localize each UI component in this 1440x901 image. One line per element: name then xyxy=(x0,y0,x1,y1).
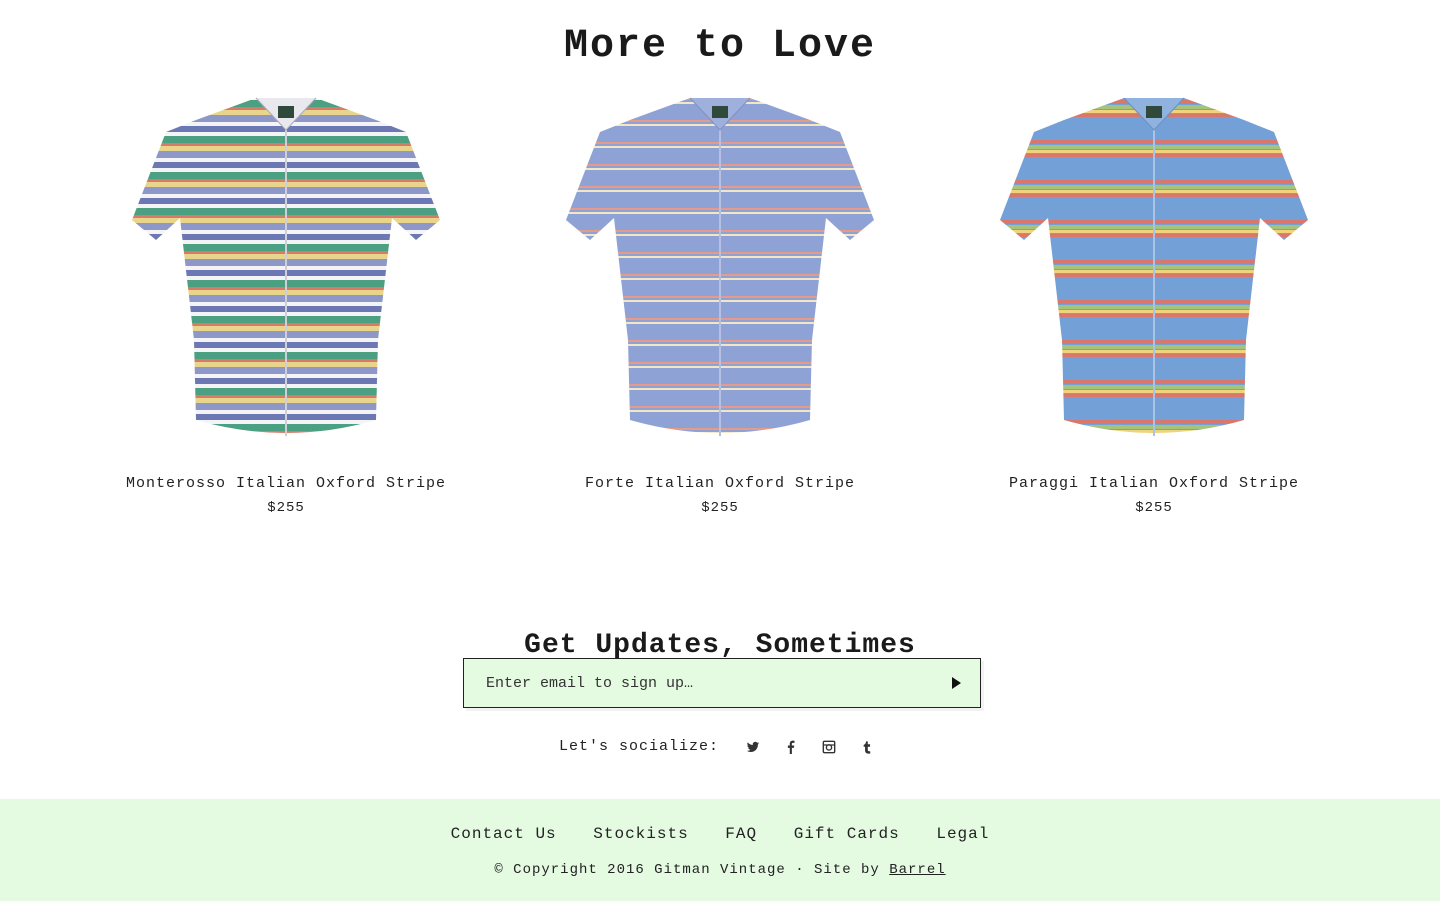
facebook-icon[interactable] xyxy=(784,740,798,754)
newsletter-form xyxy=(463,658,981,708)
site-footer: Contact Us Stockists FAQ Gift Cards Lega… xyxy=(0,799,1440,901)
more-to-love-title: More to Love xyxy=(563,24,877,70)
footer-nav: Contact Us Stockists FAQ Gift Cards Lega… xyxy=(0,823,1440,845)
instagram-icon[interactable] xyxy=(822,740,836,754)
footer-link-stockists[interactable]: Stockists xyxy=(593,825,688,843)
footer-link-contact-us[interactable]: Contact Us xyxy=(451,825,557,843)
copyright-text: © Copyright 2016 Gitman Vintage · Site b… xyxy=(494,862,890,878)
social-label: Let's socialize: xyxy=(558,738,719,755)
product-name[interactable]: Monterosso Italian Oxford Stripe xyxy=(106,474,466,494)
social-links: Let's socialize: xyxy=(0,736,1440,759)
product-price: $255 xyxy=(1135,500,1173,516)
product-name[interactable]: Forte Italian Oxford Stripe xyxy=(540,474,900,494)
product-image-forte[interactable] xyxy=(540,90,900,450)
product-price: $255 xyxy=(701,500,739,516)
footer-link-gift-cards[interactable]: Gift Cards xyxy=(794,825,900,843)
product-price: $255 xyxy=(267,500,305,516)
tumblr-icon[interactable] xyxy=(860,740,874,754)
product-name[interactable]: Paraggi Italian Oxford Stripe xyxy=(974,474,1334,494)
product-card-monterosso[interactable]: Monterosso Italian Oxford Stripe $255 xyxy=(106,90,466,518)
copyright: © Copyright 2016 Gitman Vintage · Site b… xyxy=(0,860,1440,880)
page: More to Love Monterosso Italian Oxford S… xyxy=(0,0,1440,901)
footer-link-faq[interactable]: FAQ xyxy=(725,825,757,843)
credit-link[interactable]: Barrel xyxy=(889,862,945,878)
product-image-monterosso[interactable] xyxy=(106,90,466,450)
email-input[interactable] xyxy=(464,659,924,707)
play-arrow-icon[interactable] xyxy=(946,673,966,693)
product-card-paraggi[interactable]: Paraggi Italian Oxford Stripe $255 xyxy=(974,90,1334,518)
product-image-paraggi[interactable] xyxy=(974,90,1334,450)
footer-link-legal[interactable]: Legal xyxy=(936,825,989,843)
twitter-icon[interactable] xyxy=(746,740,760,754)
product-card-forte[interactable]: Forte Italian Oxford Stripe $255 xyxy=(540,90,900,518)
product-grid: Monterosso Italian Oxford Stripe $255 Fo… xyxy=(0,90,1440,530)
